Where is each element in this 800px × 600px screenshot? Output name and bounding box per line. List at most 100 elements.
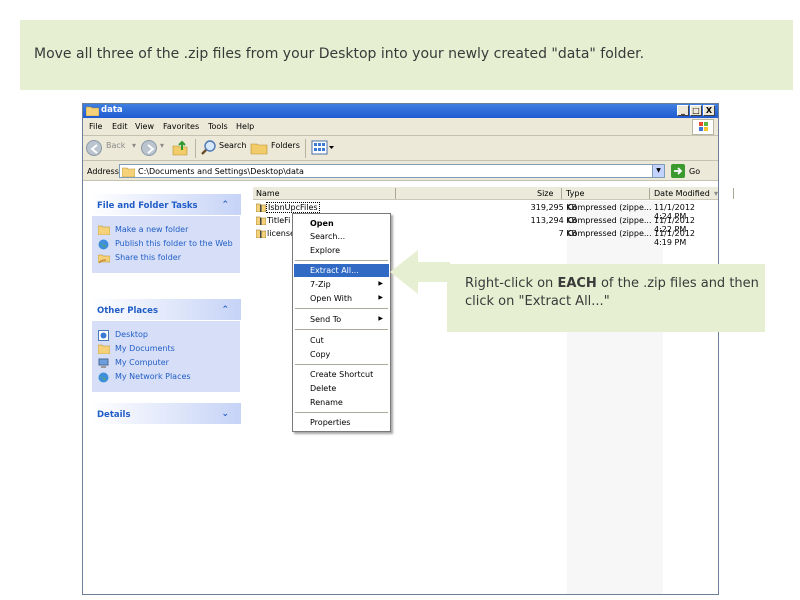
go-arrow-icon[interactable] — [671, 164, 685, 178]
menu-view[interactable]: View — [135, 122, 154, 131]
file-date: 11/1/2012 4:19 PM — [654, 229, 696, 247]
desktop-icon — [98, 330, 109, 343]
network-globe-icon — [98, 372, 109, 385]
sort-down-icon: ▾ — [714, 189, 719, 198]
toolbar-separator — [195, 139, 196, 158]
task-share-folder[interactable]: Share this folder — [97, 253, 240, 264]
menu-item-open[interactable]: Open — [294, 217, 389, 230]
place-desktop[interactable]: Desktop — [98, 330, 240, 341]
back-arrow-icon[interactable] — [86, 140, 102, 156]
folders-button[interactable]: Folders — [271, 141, 300, 150]
menu-file[interactable]: File — [89, 122, 102, 131]
column-size[interactable]: Size — [537, 189, 553, 198]
zip-folder-icon — [255, 203, 267, 214]
menu-bar: File Edit View Favorites Tools Help — [83, 118, 718, 136]
details-panel: Details ⌄ — [91, 403, 241, 424]
file-folder-tasks-header[interactable]: File and Folder Tasks ⌃ — [91, 194, 241, 215]
file-type: Compressed (zippe... — [567, 203, 652, 212]
address-label: Address — [87, 167, 119, 176]
column-name[interactable]: Name — [256, 189, 280, 198]
menu-item-create-shortcut[interactable]: Create Shortcut — [294, 368, 389, 381]
address-input[interactable]: C:\Documents and Settings\Desktop\data ▼ — [119, 164, 665, 178]
other-places-panel: Other Places ⌃ Desktop My Documents My C… — [91, 299, 241, 393]
address-value: C:\Documents and Settings\Desktop\data — [138, 167, 304, 176]
collapse-chevron-icon[interactable]: ⌃ — [221, 305, 229, 315]
file-type: Compressed (zippe... — [567, 229, 652, 238]
column-type[interactable]: Type — [566, 189, 584, 198]
collapse-chevron-icon[interactable]: ⌃ — [221, 200, 229, 210]
callout-prefix: Right-click on — [465, 276, 558, 291]
close-button[interactable]: X — [703, 105, 715, 116]
submenu-arrow-icon: ▶ — [378, 315, 383, 322]
menu-separator — [295, 260, 388, 261]
menu-item-delete[interactable]: Delete — [294, 382, 389, 395]
menu-separator — [295, 364, 388, 365]
my-documents-icon — [97, 344, 111, 356]
menu-separator — [295, 308, 388, 309]
task-make-new-folder[interactable]: Make a new folder — [97, 225, 240, 237]
up-folder-icon[interactable] — [171, 139, 189, 159]
toolbar-separator — [305, 139, 306, 158]
menu-item-cut[interactable]: Cut — [294, 334, 389, 347]
menu-item-extract-all[interactable]: Extract All... — [294, 264, 389, 277]
computer-icon — [98, 358, 109, 371]
explorer-window: data _ □ X File Edit View Favorites Tool… — [82, 103, 734, 595]
menu-item-send-to[interactable]: Send To ▶ — [294, 313, 389, 326]
sorted-column-shade — [567, 201, 663, 594]
window-title: data — [101, 105, 123, 115]
place-my-documents[interactable]: My Documents — [97, 344, 240, 356]
callout-box: Right-click on EACH of the .zip files an… — [447, 264, 765, 332]
menu-favorites[interactable]: Favorites — [163, 122, 199, 131]
menu-separator — [295, 412, 388, 413]
callout-arrow-icon — [390, 250, 450, 294]
place-my-network[interactable]: My Network Places — [98, 372, 240, 383]
submenu-arrow-icon: ▶ — [378, 294, 383, 301]
menu-item-open-with[interactable]: Open With ▶ — [294, 292, 389, 305]
search-icon[interactable] — [200, 139, 217, 158]
task-pane: File and Folder Tasks ⌃ Make a new folde… — [83, 181, 249, 594]
minimize-button[interactable]: _ — [677, 105, 689, 116]
back-button[interactable]: Back — [106, 141, 125, 150]
menu-item-7zip[interactable]: 7-Zip ▶ — [294, 278, 389, 291]
windows-logo-icon — [692, 119, 714, 135]
menu-edit[interactable]: Edit — [112, 122, 128, 131]
file-size: 7 KB — [558, 229, 577, 238]
menu-separator — [295, 329, 388, 330]
instruction-text: Move all three of the .zip files from yo… — [34, 46, 645, 62]
title-bar[interactable]: data _ □ X — [83, 104, 718, 118]
place-my-computer[interactable]: My Computer — [98, 358, 240, 368]
new-folder-icon — [97, 225, 111, 237]
menu-item-copy[interactable]: Copy — [294, 348, 389, 361]
folders-icon[interactable] — [250, 139, 268, 158]
menu-item-rename[interactable]: Rename — [294, 396, 389, 409]
folder-icon — [121, 167, 136, 179]
maximize-button[interactable]: □ — [690, 105, 702, 116]
task-publish-folder[interactable]: Publish this folder to the Web — [98, 239, 240, 250]
menu-item-explore[interactable]: Explore — [294, 244, 389, 257]
file-name[interactable]: TitleFi — [267, 216, 290, 225]
expand-chevron-icon[interactable]: ⌄ — [221, 409, 229, 419]
toolbar: Back ▾ ▾ Search Folders — [83, 136, 718, 161]
instruction-banner: Move all three of the .zip files from yo… — [20, 20, 793, 90]
search-button[interactable]: Search — [219, 141, 246, 150]
file-type: Compressed (zippe... — [567, 216, 652, 225]
menu-tools[interactable]: Tools — [208, 122, 228, 131]
views-icon[interactable] — [311, 139, 335, 158]
go-button[interactable]: Go — [689, 167, 700, 176]
other-places-header[interactable]: Other Places ⌃ — [91, 299, 241, 320]
back-dropdown-icon[interactable]: ▾ — [132, 141, 136, 150]
menu-help[interactable]: Help — [236, 122, 254, 131]
chevron-down-icon[interactable]: ▼ — [652, 165, 664, 177]
file-name[interactable]: license — [267, 229, 295, 238]
share-folder-icon — [97, 253, 111, 266]
details-header[interactable]: Details ⌄ — [91, 403, 241, 424]
forward-dropdown-icon[interactable]: ▾ — [160, 141, 164, 150]
file-name[interactable]: IsbnUpcFiles — [266, 202, 320, 213]
zip-folder-icon — [255, 216, 267, 227]
column-date-modified[interactable]: Date Modified — [654, 189, 710, 198]
menu-item-properties[interactable]: Properties — [294, 416, 389, 429]
forward-arrow-icon[interactable] — [141, 140, 157, 156]
zip-folder-icon — [255, 229, 267, 240]
menu-item-search[interactable]: Search... — [294, 230, 389, 243]
file-size: 319,295 KB — [530, 203, 577, 212]
